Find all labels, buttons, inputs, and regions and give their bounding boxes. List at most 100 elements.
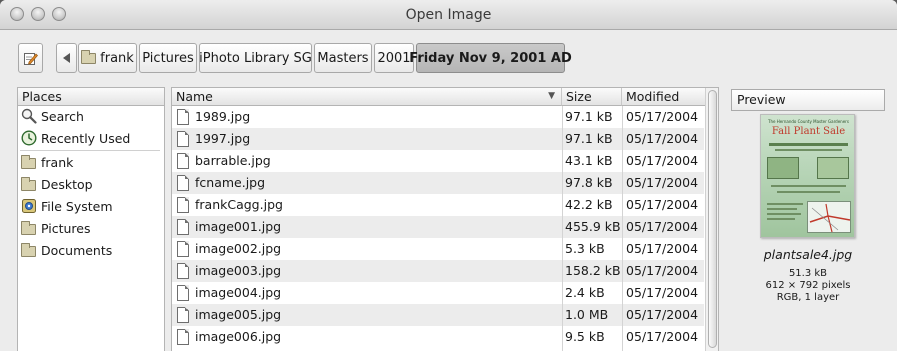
preview-dimensions: 612 × 792 pixels [765, 280, 851, 291]
image-file-icon [177, 285, 189, 301]
file-name: image006.jpg [195, 329, 282, 344]
file-size: 9.5 kB [565, 329, 605, 344]
file-row[interactable]: image002.jpg 5.3 kB 05/17/2004 [172, 238, 704, 260]
file-modified: 05/17/2004 [626, 197, 699, 212]
file-name: image001.jpg [195, 219, 282, 234]
file-modified: 05/17/2004 [626, 307, 699, 322]
file-size: 43.1 kB [565, 153, 613, 168]
place-search[interactable]: Search [18, 105, 164, 127]
file-modified: 05/17/2004 [626, 175, 699, 190]
file-row[interactable]: 1997.jpg 97.1 kB 05/17/2004 [172, 128, 704, 150]
path-crumb-iphoto-library[interactable]: iPhoto Library SG [199, 43, 312, 73]
file-name: 1997.jpg [195, 131, 251, 146]
folder-icon [21, 154, 37, 170]
file-size: 158.2 kB [565, 263, 621, 278]
path-crumb-frank[interactable]: frank [78, 43, 137, 73]
place-label: frank [41, 154, 74, 170]
places-panel: Places Search Recently Used frank Deskto… [17, 87, 165, 351]
file-row[interactable]: image005.jpg 1.0 MB 05/17/2004 [172, 304, 704, 326]
window-title: Open Image [405, 7, 492, 23]
place-desktop[interactable]: Desktop [18, 173, 164, 195]
column-header-size[interactable]: Size [562, 88, 622, 106]
edit-location-icon [24, 52, 38, 65]
image-file-icon [177, 153, 189, 169]
thumbnail-map [807, 201, 851, 233]
file-size: 2.4 kB [565, 285, 605, 300]
file-modified: 05/17/2004 [626, 241, 699, 256]
file-row[interactable]: 1989.jpg 97.1 kB 05/17/2004 [172, 106, 704, 128]
thumbnail-text-line [771, 185, 846, 187]
sort-descending-icon: ▼ [548, 91, 555, 101]
path-crumb-current[interactable]: Friday Nov 9, 2001 AD [409, 43, 572, 73]
path-crumb-masters[interactable]: Masters [314, 43, 372, 73]
file-modified: 05/17/2004 [626, 109, 699, 124]
thumbnail-text-line [767, 213, 801, 215]
column-header-name[interactable]: Name ▼ [172, 88, 562, 106]
file-row[interactable]: image004.jpg 2.4 kB 05/17/2004 [172, 282, 704, 304]
file-size: 97.1 kB [565, 131, 613, 146]
file-row[interactable]: frankCagg.jpg 42.2 kB 05/17/2004 [172, 194, 704, 216]
image-file-icon [177, 175, 189, 191]
thumbnail-headline: Fall Plant Sale [771, 126, 846, 137]
preview-color-mode: RGB, 1 layer [776, 292, 840, 303]
title-bar: Open Image [0, 0, 897, 30]
path-crumb-label: iPhoto Library SG [199, 50, 312, 66]
file-modified: 05/17/2004 [626, 329, 699, 344]
place-recently-used[interactable]: Recently Used [18, 127, 164, 149]
path-crumb-pictures[interactable]: Pictures [139, 43, 197, 73]
file-name: image003.jpg [195, 263, 282, 278]
file-list-scrollbar[interactable] [705, 88, 718, 351]
file-row[interactable]: image001.jpg 455.9 kB 05/17/2004 [172, 216, 704, 238]
thumbnail-title-band: The Hernando County Master Gardeners [768, 119, 849, 124]
column-header-label: Name [176, 89, 213, 104]
file-row[interactable]: image006.jpg 9.5 kB 05/17/2004 [172, 326, 704, 348]
path-crumb-label: frank [100, 50, 134, 66]
edit-location-button[interactable] [18, 43, 43, 73]
place-label: Pictures [41, 220, 91, 236]
file-name: image004.jpg [195, 285, 282, 300]
preview-size: 51.3 kB [788, 268, 828, 279]
image-file-icon [177, 329, 189, 345]
place-frank[interactable]: frank [18, 151, 164, 173]
folder-icon [21, 176, 37, 192]
preview-label: Preview [731, 89, 885, 111]
path-crumb-label: Friday Nov 9, 2001 AD [409, 50, 572, 66]
file-size: 455.9 kB [565, 219, 621, 234]
image-file-icon [177, 109, 189, 125]
column-divider [622, 106, 623, 351]
place-documents[interactable]: Documents [18, 239, 164, 261]
file-size: 97.8 kB [565, 175, 613, 190]
left-arrow-icon [62, 53, 70, 63]
path-crumb-label: 2001 [377, 50, 411, 66]
place-label: Desktop [41, 176, 93, 192]
magnifier-icon [21, 108, 37, 124]
thumbnail-map-lines [809, 203, 851, 233]
file-modified: 05/17/2004 [626, 219, 699, 234]
path-crumb-2001[interactable]: 2001 [374, 43, 414, 73]
place-pictures[interactable]: Pictures [18, 217, 164, 239]
place-label: File System [41, 198, 113, 214]
file-name: barrable.jpg [195, 153, 271, 168]
thumbnail-text-line [767, 208, 797, 210]
thumbnail-text-line [777, 191, 840, 193]
place-file-system[interactable]: File System [18, 195, 164, 217]
file-modified: 05/17/2004 [626, 131, 699, 146]
open-image-dialog: Open Image frank Pictures iPhoto Library… [0, 0, 897, 351]
scrollbar-thumb[interactable] [708, 90, 717, 348]
column-header-modified[interactable]: Modified [622, 88, 706, 106]
folder-icon [21, 220, 37, 236]
column-header-label: Modified [626, 89, 680, 104]
thumbnail-text-line [767, 203, 803, 205]
place-label: Search [41, 108, 84, 124]
preview-thumbnail: The Hernando County Master Gardeners Fal… [760, 114, 855, 238]
folder-icon [81, 49, 97, 64]
path-back-button[interactable] [56, 43, 77, 73]
file-name: image005.jpg [195, 307, 282, 322]
thumbnail-photo-block [817, 157, 849, 179]
drive-icon [22, 199, 36, 213]
file-row[interactable]: fcname.jpg 97.8 kB 05/17/2004 [172, 172, 704, 194]
thumbnail-text-line [769, 143, 848, 146]
file-row[interactable]: image003.jpg 158.2 kB 05/17/2004 [172, 260, 704, 282]
file-row[interactable]: barrable.jpg 43.1 kB 05/17/2004 [172, 150, 704, 172]
image-file-icon [177, 263, 189, 279]
